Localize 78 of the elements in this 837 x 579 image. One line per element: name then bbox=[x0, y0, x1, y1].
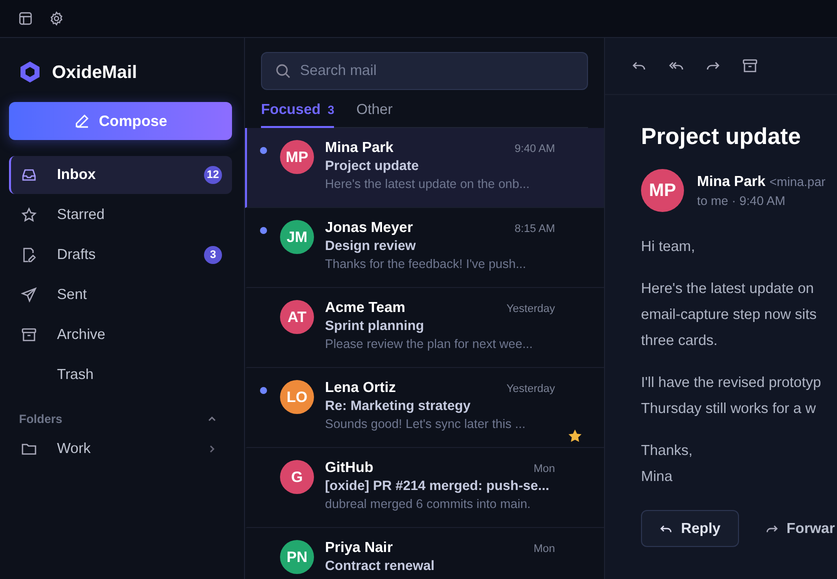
body-text-line: Thanks, bbox=[641, 442, 694, 461]
sidebar-item[interactable]: Trash bbox=[9, 356, 232, 394]
message-preview: Sounds good! Let's sync later this ... bbox=[325, 417, 526, 431]
star-icon[interactable] bbox=[567, 428, 583, 444]
message-subject: Contract renewal bbox=[325, 558, 436, 573]
message-row[interactable]: PN Priya Nair Mon Contract renewal bbox=[245, 528, 604, 579]
sender-name: Lena Ortiz bbox=[325, 380, 396, 396]
message-time: Yesterday bbox=[506, 303, 555, 315]
message-row[interactable]: JM Jonas Meyer 8:15 AM Design review Thanks for the feedback! I've push... bbox=[245, 208, 604, 288]
body-text-line: Here's the latest update on bbox=[641, 280, 815, 299]
message-preview: Here's the latest update on the onb... bbox=[325, 177, 531, 191]
message-subject: Design review bbox=[325, 238, 417, 253]
sidebar-item[interactable]: Archive bbox=[9, 316, 232, 354]
message-row[interactable]: LO Lena Ortiz Yesterday Re: Marketing strategy Sounds good! Let's sync later this ... bbox=[245, 368, 604, 448]
message-subject: Re: Marketing strategy bbox=[325, 398, 472, 413]
archive-box-icon[interactable] bbox=[742, 58, 758, 74]
compose-button[interactable]: Compose bbox=[9, 102, 232, 140]
settings-icon[interactable] bbox=[49, 11, 64, 26]
message-row[interactable]: AT Acme Team Yesterday Sprint planning Please review the plan for next wee... bbox=[245, 288, 604, 368]
sender-name: Priya Nair bbox=[325, 540, 393, 556]
message-time: Yesterday bbox=[506, 383, 555, 395]
layout-icon[interactable] bbox=[18, 11, 33, 26]
email-subject: Project update bbox=[641, 123, 802, 150]
recipient-time: to me · 9:40 AM bbox=[697, 194, 786, 208]
sidebar-item[interactable]: Sent bbox=[9, 276, 232, 314]
body-text-line: Hi team, bbox=[641, 238, 696, 257]
message-subject: Project update bbox=[325, 158, 420, 173]
avatar: JM bbox=[280, 220, 314, 254]
search-field[interactable]: Search mail bbox=[261, 52, 588, 90]
sender-address: <mina.par bbox=[770, 175, 826, 189]
message-preview: Thanks for the feedback! I've push... bbox=[325, 257, 528, 271]
sidebar-item[interactable]: Starred bbox=[9, 196, 232, 234]
body-text-line: email-capture step now sits bbox=[641, 306, 818, 325]
message-preview: dubreal merged 6 commits into main. bbox=[325, 497, 532, 511]
message-time: 9:40 AM bbox=[514, 143, 555, 155]
avatar: PN bbox=[280, 540, 314, 574]
folder-icon bbox=[21, 441, 37, 457]
sender-name: Acme Team bbox=[325, 300, 406, 316]
sidebar-item[interactable]: Drafts 3 bbox=[9, 236, 232, 274]
sender-name: GitHub bbox=[325, 460, 374, 476]
body-text-line: three cards. bbox=[641, 332, 719, 351]
message-row[interactable]: G GitHub Mon [oxide] PR #214 merged: push-se... dubreal merged 6 commits into main. bbox=[245, 448, 604, 528]
avatar: G bbox=[280, 460, 314, 494]
inbox-icon bbox=[21, 167, 37, 183]
tab[interactable]: Other bbox=[356, 102, 393, 128]
star-icon bbox=[21, 207, 37, 223]
message-preview: Please review the plan for next wee... bbox=[325, 337, 534, 351]
forward-button[interactable]: Forwar bbox=[764, 510, 835, 547]
avatar: MP bbox=[280, 140, 314, 174]
body-text-line: Thursday still works for a w bbox=[641, 400, 817, 419]
hexagon-logo-icon bbox=[18, 60, 42, 84]
message-time: Mon bbox=[534, 463, 555, 475]
body-text-line: I'll have the revised prototyp bbox=[641, 374, 822, 393]
tab-count: 3 bbox=[328, 103, 334, 117]
message-time: 8:15 AM bbox=[514, 223, 555, 235]
folder-item[interactable]: Work bbox=[9, 430, 232, 468]
avatar: AT bbox=[280, 300, 314, 334]
archive-box-icon bbox=[21, 327, 37, 343]
message-time: Mon bbox=[534, 543, 555, 555]
message-subject: Sprint planning bbox=[325, 318, 425, 333]
search-icon bbox=[275, 63, 291, 79]
reply-button[interactable]: Reply bbox=[641, 510, 738, 547]
folders-heading: Folders bbox=[19, 412, 62, 426]
sidebar-item[interactable]: Inbox 12 bbox=[9, 156, 232, 194]
app-name: OxideMail bbox=[52, 62, 138, 82]
body-text-line: Mina bbox=[641, 468, 674, 487]
paper-plane-icon bbox=[21, 287, 37, 303]
pencil-icon bbox=[74, 113, 90, 129]
document-pencil-icon bbox=[21, 247, 37, 263]
sender-name: Mina Park bbox=[325, 140, 394, 156]
count-badge: 3 bbox=[204, 246, 222, 264]
sender-name: Mina Park bbox=[697, 174, 766, 190]
avatar: MP bbox=[641, 169, 684, 212]
avatar: LO bbox=[280, 380, 314, 414]
message-row[interactable]: MP Mina Park 9:40 AM Project update Here's the latest update on the onb... bbox=[245, 128, 604, 208]
count-badge: 12 bbox=[204, 166, 222, 184]
message-subject: [oxide] PR #214 merged: push-se... bbox=[325, 478, 550, 493]
sender-name: Jonas Meyer bbox=[325, 220, 413, 236]
